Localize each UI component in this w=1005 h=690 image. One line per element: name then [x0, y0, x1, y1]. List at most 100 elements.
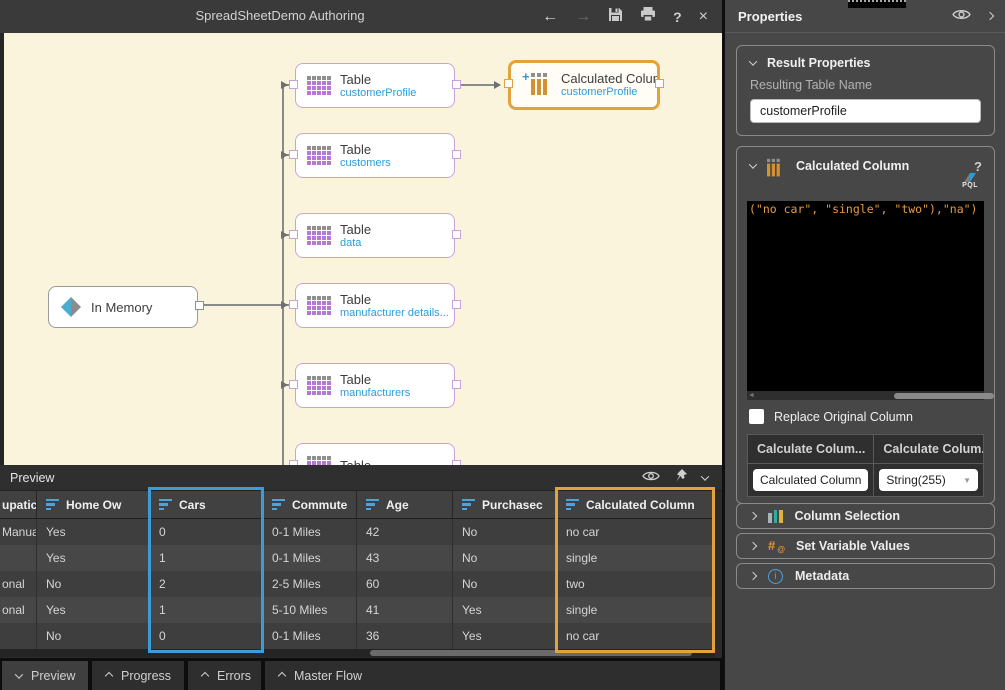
- cell: No: [37, 623, 150, 649]
- grid-column-header[interactable]: Calculate Colum...: [874, 435, 983, 464]
- section-title: Column Selection: [795, 509, 901, 523]
- calculated-column-icon: [767, 159, 781, 173]
- cell: 2-5 Miles: [263, 571, 357, 597]
- eye-icon[interactable]: [642, 469, 660, 487]
- horizontal-scrollbar[interactable]: [0, 649, 715, 657]
- resulting-table-name-input[interactable]: customerProfile: [750, 99, 981, 123]
- table-node-manufacturer-details[interactable]: Tablemanufacturer details...: [295, 283, 455, 328]
- eye-icon[interactable]: [952, 8, 971, 24]
- edge-trunk: [282, 84, 284, 465]
- chevron-up-icon: [201, 671, 209, 679]
- calculated-column-node[interactable]: + Calculated Colum...customerProfile: [508, 60, 660, 110]
- arrowhead: [494, 81, 501, 89]
- input-port[interactable]: [289, 380, 298, 389]
- calculated-column-icon: +: [522, 73, 552, 97]
- table-node-customerprofile[interactable]: TablecustomerProfile: [295, 63, 455, 108]
- editor-scrollbar[interactable]: ◄►: [747, 391, 984, 400]
- back-icon[interactable]: ←: [542, 9, 558, 25]
- filter-icon: [159, 499, 172, 511]
- bottom-tab-bar: Preview Progress Errors Master Flow: [0, 658, 722, 690]
- expression-editor[interactable]: ("no car", "single", "two"),"na"): [747, 201, 984, 391]
- scrollbar-thumb[interactable]: [894, 393, 994, 399]
- input-port[interactable]: [289, 230, 298, 239]
- filter-icon: [366, 499, 379, 511]
- input-port[interactable]: [289, 300, 298, 309]
- tab-errors[interactable]: Errors: [188, 661, 261, 690]
- column-header[interactable]: Commute: [263, 491, 357, 519]
- chevron-down-icon[interactable]: [749, 160, 757, 168]
- output-port[interactable]: [452, 80, 461, 89]
- table-row[interactable]: onalNo22-5 Miles60Notwo: [0, 571, 715, 597]
- canvas-left-edge: [0, 33, 4, 465]
- input-port[interactable]: [289, 80, 298, 89]
- filter-icon: [272, 499, 285, 511]
- column-header[interactable]: Home Ow: [37, 491, 150, 519]
- node-title: Calculated Colum...: [561, 71, 657, 86]
- chevron-right-icon: [749, 542, 757, 550]
- column-header[interactable]: Cars: [150, 491, 263, 519]
- table-node-manufacturers[interactable]: Tablemanufacturers: [295, 363, 455, 408]
- resulting-table-name-label: Resulting Table Name: [737, 72, 994, 92]
- cell: no car: [557, 623, 715, 649]
- tab-progress[interactable]: Progress: [92, 661, 184, 690]
- column-type-dropdown[interactable]: String(255)▼: [879, 469, 978, 491]
- column-header[interactable]: upatic: [0, 491, 37, 519]
- table-node-partial[interactable]: Table: [295, 443, 455, 465]
- node-subtitle: manufacturers: [340, 387, 410, 400]
- save-icon[interactable]: [608, 7, 623, 27]
- output-port[interactable]: [655, 79, 664, 88]
- output-port[interactable]: [452, 150, 461, 159]
- collapse-panel-icon[interactable]: [986, 12, 994, 20]
- column-header[interactable]: Calculated Column: [557, 491, 715, 519]
- table-node-data[interactable]: Tabledata: [295, 213, 455, 258]
- cell: 1: [150, 545, 263, 571]
- cell: two: [557, 571, 715, 597]
- forward-icon[interactable]: →: [575, 9, 591, 25]
- cell: 0-1 Miles: [263, 623, 357, 649]
- help-icon[interactable]: ?: [673, 10, 682, 24]
- output-port[interactable]: [452, 230, 461, 239]
- table-row[interactable]: ManualYes00-1 Miles42Nono car: [0, 519, 715, 545]
- section-title: Calculated Column: [796, 159, 909, 173]
- table-row[interactable]: onalYes15-10 Miles41Yessingle: [0, 597, 715, 623]
- output-port[interactable]: [452, 380, 461, 389]
- column-selection-section[interactable]: Column Selection: [736, 503, 995, 529]
- pin-icon[interactable]: [675, 469, 687, 487]
- node-title: Table: [340, 292, 449, 307]
- column-header[interactable]: Purchasec: [453, 491, 557, 519]
- collapse-panel-icon[interactable]: [701, 472, 709, 480]
- input-port[interactable]: [504, 79, 513, 88]
- chevron-down-icon[interactable]: [749, 57, 757, 65]
- in-memory-node[interactable]: In Memory: [48, 286, 198, 328]
- node-subtitle: customerProfile: [340, 87, 416, 100]
- cell: Yes: [37, 545, 150, 571]
- close-icon[interactable]: ×: [699, 9, 708, 25]
- set-variable-values-section[interactable]: #@ Set Variable Values: [736, 533, 995, 559]
- replace-original-column-checkbox[interactable]: [749, 409, 764, 424]
- help-icon[interactable]: ?: [974, 159, 982, 174]
- tab-preview[interactable]: Preview: [2, 661, 88, 690]
- column-name-input[interactable]: Calculated Column: [753, 469, 868, 491]
- grid-column-header[interactable]: Calculate Colum...: [748, 435, 874, 464]
- output-port[interactable]: [195, 301, 204, 310]
- arrowhead: [281, 301, 288, 309]
- pql-icon[interactable]: PQL: [962, 173, 978, 189]
- table-node-customers[interactable]: Tablecustomers: [295, 133, 455, 178]
- metadata-section[interactable]: i Metadata: [736, 563, 995, 589]
- tab-master-flow[interactable]: Master Flow: [265, 661, 720, 690]
- preview-panel-header: Preview: [0, 465, 722, 491]
- cell: single: [557, 597, 715, 623]
- scrollbar-thumb[interactable]: [370, 650, 692, 656]
- input-port[interactable]: [289, 150, 298, 159]
- table-row[interactable]: Yes10-1 Miles43Nosingle: [0, 545, 715, 571]
- table-row[interactable]: No00-1 Miles36Yesno car: [0, 623, 715, 649]
- table-icon: [307, 376, 331, 395]
- print-icon[interactable]: [640, 7, 656, 27]
- output-port[interactable]: [452, 300, 461, 309]
- column-header[interactable]: Age: [357, 491, 453, 519]
- arrowhead: [281, 231, 288, 239]
- edge-inmemory-out: [197, 304, 282, 306]
- flow-canvas[interactable]: In Memory TablecustomerProfile Tablecust…: [0, 33, 722, 465]
- filter-icon: [566, 499, 579, 511]
- section-title: Set Variable Values: [796, 539, 910, 553]
